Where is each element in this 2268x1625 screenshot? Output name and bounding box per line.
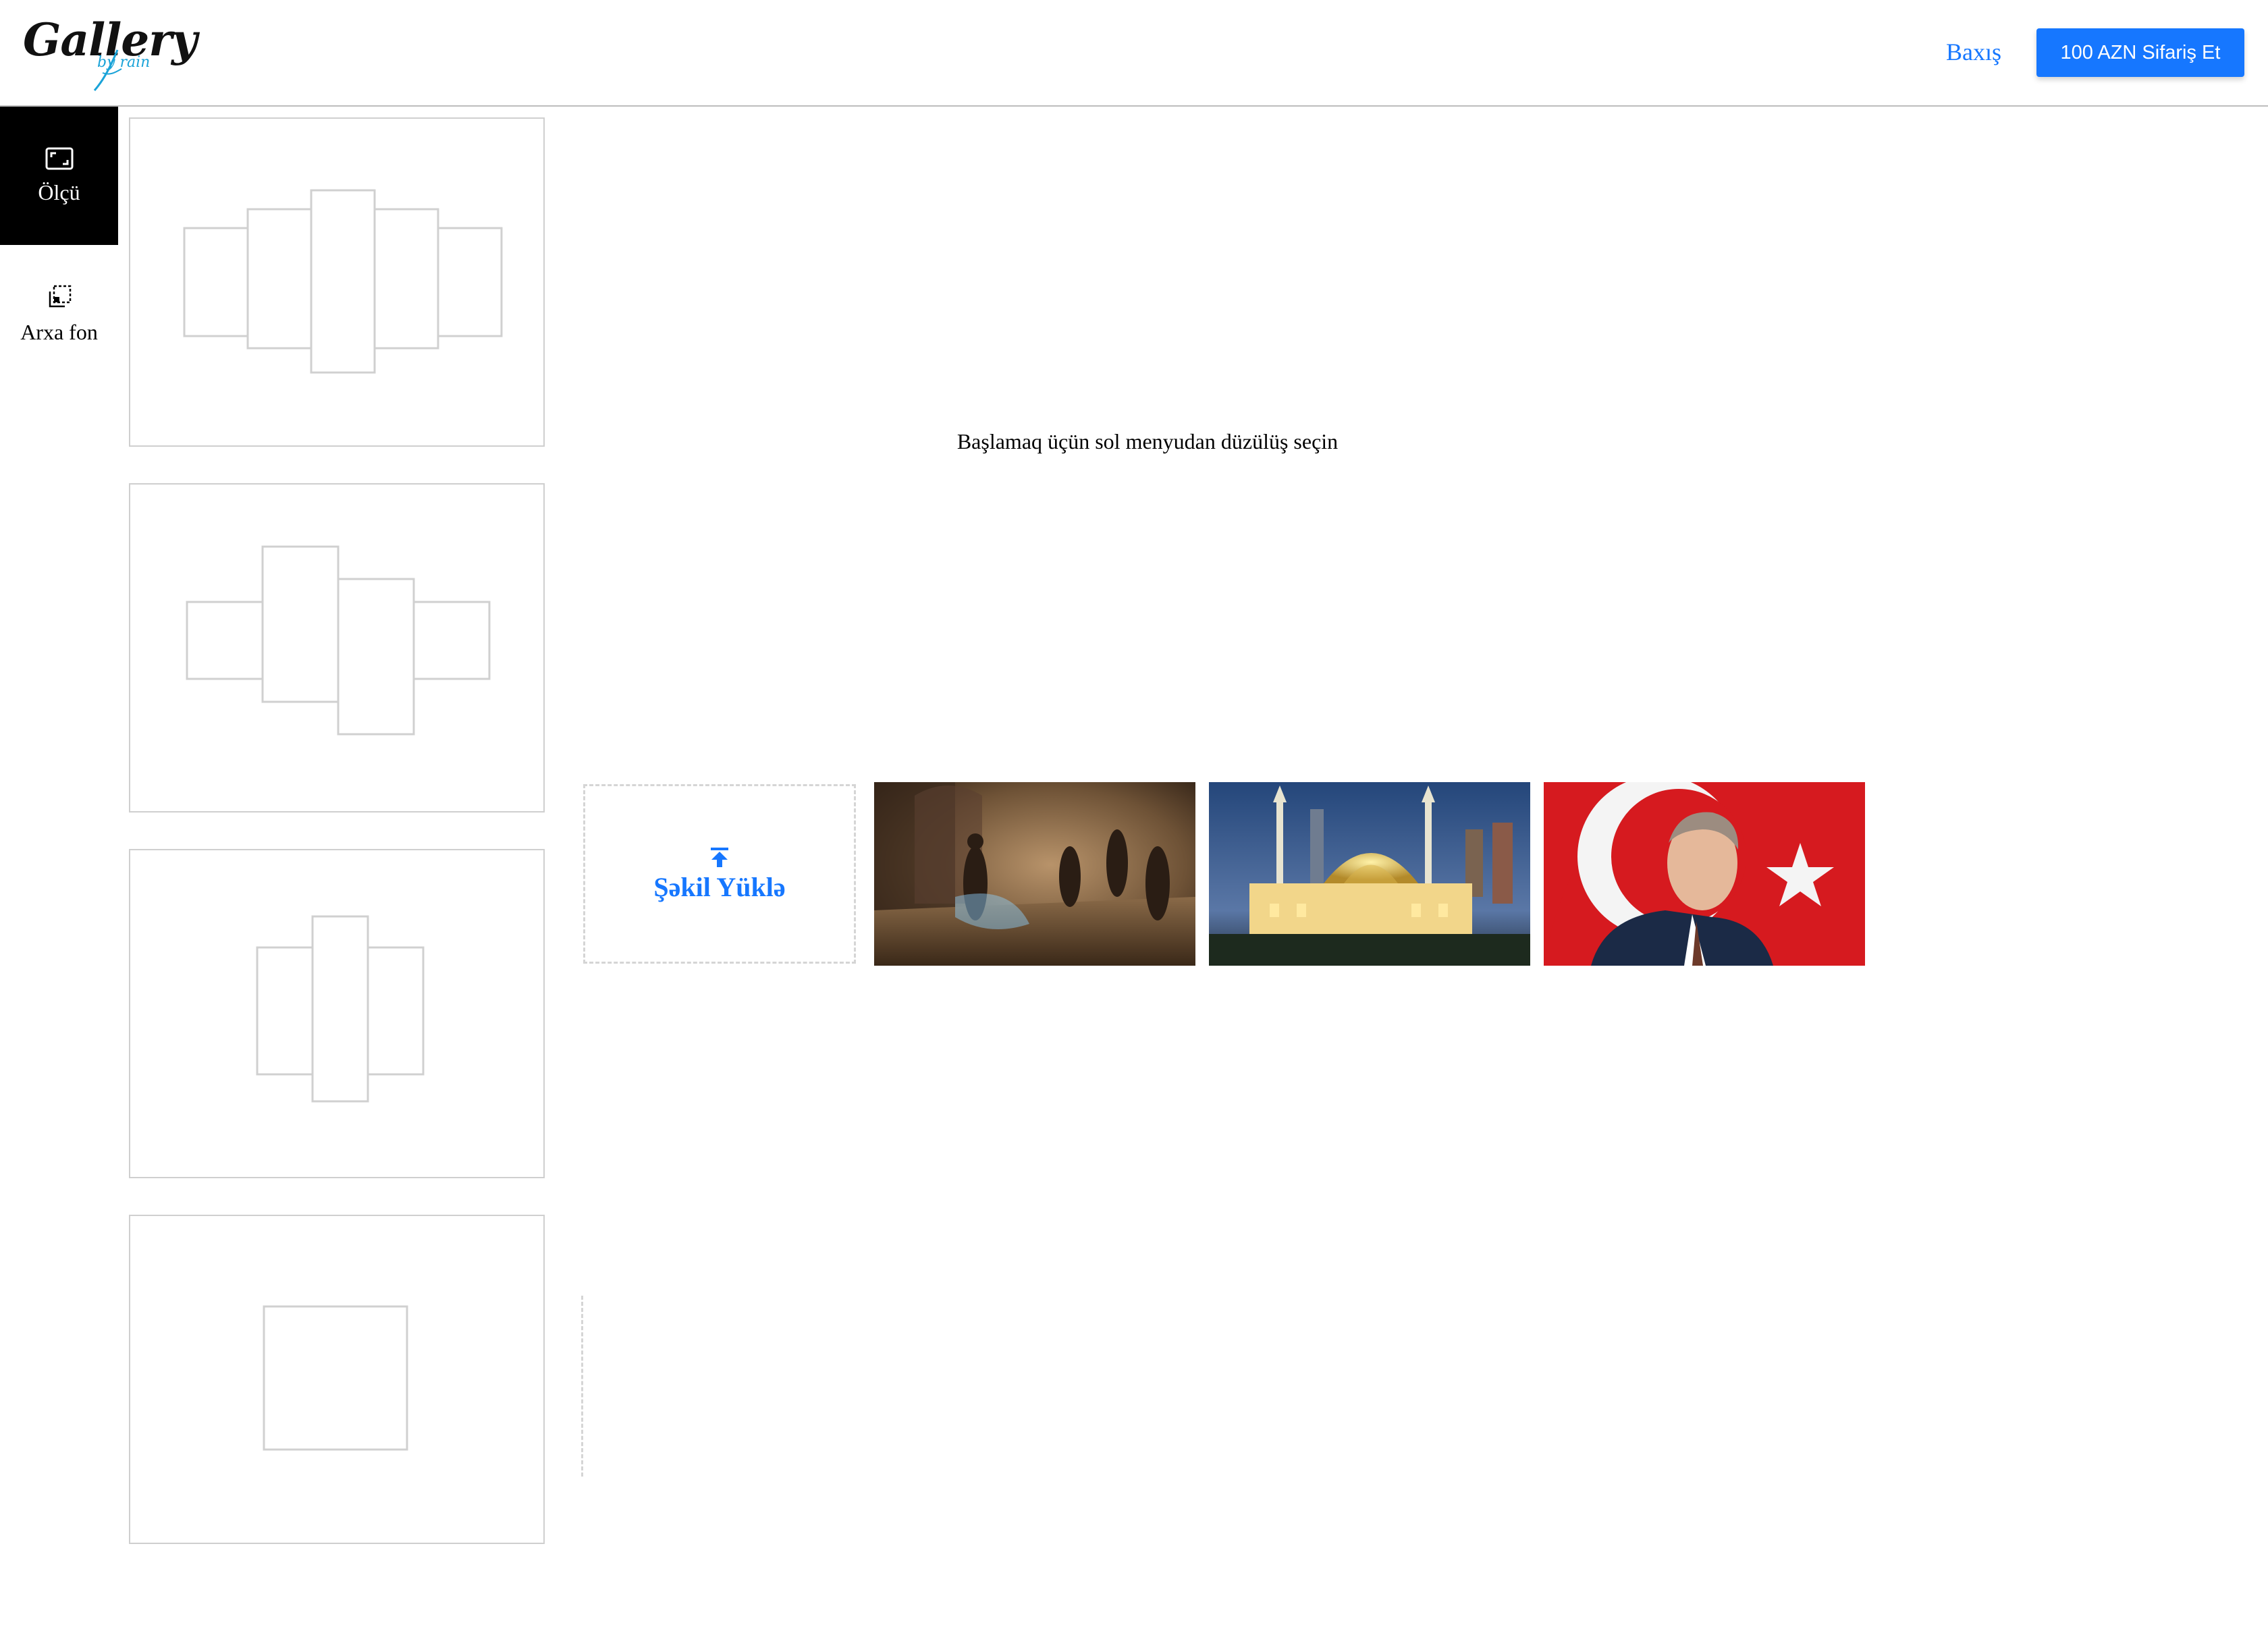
single-panel-diagram — [263, 1305, 408, 1451]
three-panel-diagram — [256, 915, 425, 1103]
canvas-placeholder-text: Başlamaq üçün sol menyudan düzülüş seçin — [956, 429, 1339, 453]
preview-link[interactable]: Baxış — [1946, 38, 2001, 66]
upload-label: Şəkil Yüklə — [653, 871, 786, 902]
resize-icon — [45, 147, 73, 170]
rail-item-size[interactable]: Ölçü — [0, 107, 118, 245]
single-panel-layout[interactable] — [129, 1215, 545, 1544]
ataturk-turkish-flag-picture — [1544, 782, 1865, 966]
upload-arrow-icon — [711, 847, 728, 867]
four-panel-diagram — [186, 545, 491, 736]
canvas-dashed-guide — [581, 1296, 583, 1477]
rail-item-label: Ölçü — [38, 180, 80, 204]
order-button[interactable]: 100 AZN Sifariş Et — [2036, 28, 2244, 77]
gallery-logo[interactable]: Gallery by rain — [23, 13, 197, 91]
top-header: Gallery by rain Baxış 100 AZN Sifariş Et — [0, 0, 2268, 107]
three-panel-layout[interactable] — [129, 849, 545, 1178]
background-layers-icon — [49, 285, 71, 308]
prince-of-persia-picture — [874, 782, 1195, 966]
mosque-at-night-picture — [1209, 782, 1530, 966]
mosque-at-night-image[interactable] — [1209, 782, 1530, 966]
tool-rail: Ölçü Arxa fon — [0, 107, 118, 383]
four-panel-layout[interactable] — [129, 483, 545, 812]
five-panel-layout[interactable] — [129, 117, 545, 447]
rail-item-label: Arxa fon — [20, 320, 98, 344]
rail-item-background[interactable]: Arxa fon — [0, 245, 118, 383]
ataturk-turkish-flag-image[interactable] — [1544, 782, 1865, 966]
upload-image-button[interactable]: Şəkil Yüklə — [583, 784, 856, 964]
prince-of-persia-image[interactable] — [874, 782, 1195, 966]
five-panel-diagram — [183, 189, 503, 374]
logo-subtitle: by rain — [97, 54, 151, 71]
